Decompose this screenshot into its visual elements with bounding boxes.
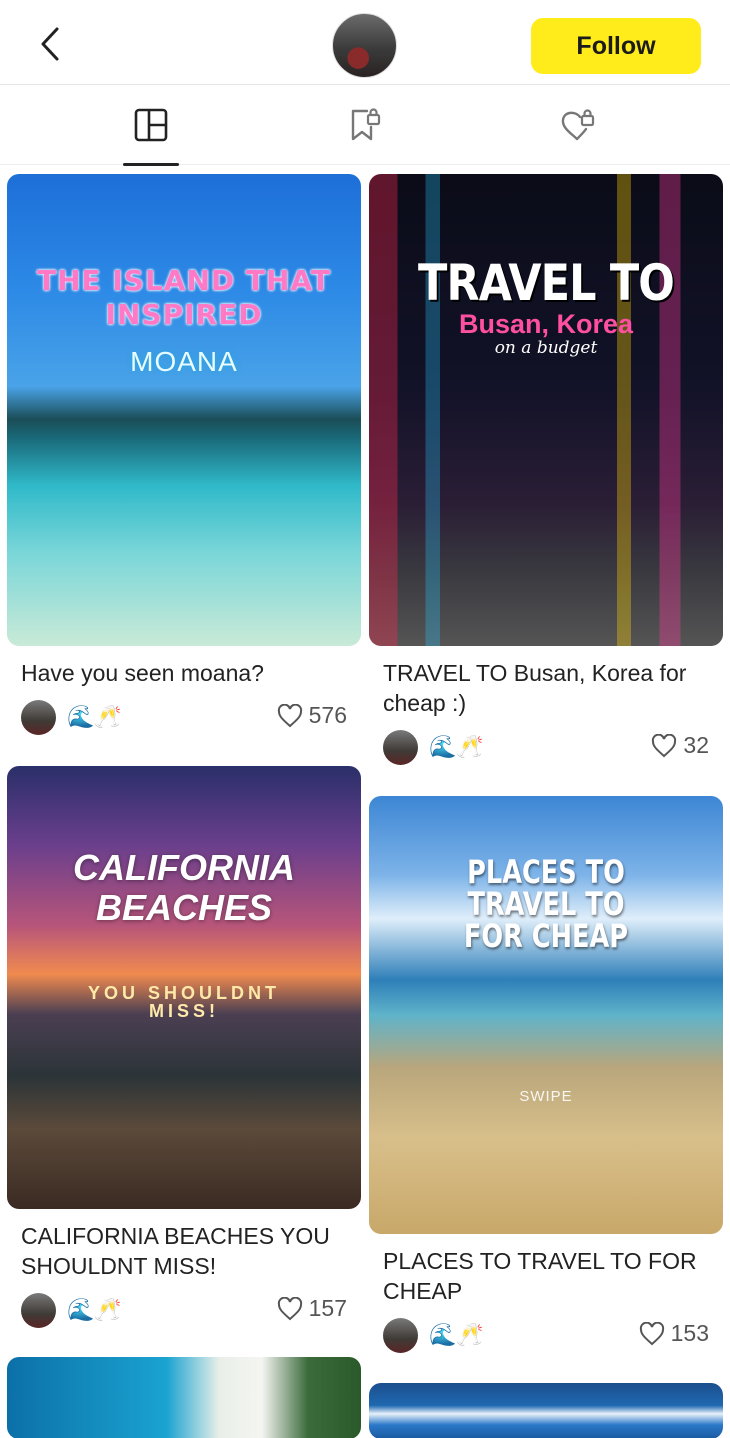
grid-layout-icon	[134, 108, 168, 142]
like-count: 153	[670, 1320, 709, 1346]
overlay-line: YOU SHOULDNT	[88, 983, 280, 1003]
post-title[interactable]: TRAVEL TO Busan, Korea for cheap :)	[369, 658, 723, 718]
overlay-text: on a budget	[494, 338, 598, 358]
post-card[interactable]: TRAVEL TO Busan, Korea on a budget TRAVE…	[369, 174, 723, 770]
overlay-line: FOR CHEAP	[463, 917, 629, 955]
post-image[interactable]	[7, 1357, 361, 1438]
overlay-text: YOU SHOULDNT MISS!	[7, 984, 361, 1020]
overlay-line: PLACES TO	[467, 853, 625, 891]
author-name[interactable]: 🌊🥂	[429, 1322, 484, 1348]
like-count: 157	[308, 1295, 347, 1321]
author-name[interactable]: 🌊🥂	[67, 1297, 122, 1323]
overlay-line: CALIFORNIA	[73, 847, 295, 888]
post-image[interactable]: TRAVEL TO Busan, Korea on a budget	[369, 174, 723, 646]
bookmark-lock-icon	[351, 108, 381, 141]
overlay-line: THE ISLAND THAT	[36, 264, 332, 297]
post-image[interactable]: THE ISLAND THAT INSPIRED MOANA	[7, 174, 361, 646]
post-meta: 🌊🥂 153	[369, 1310, 723, 1358]
post-meta: 🌊🥂 157	[7, 1285, 361, 1333]
overlay-text: PLACES TO TRAVEL TO FOR CHEAP	[404, 856, 687, 952]
post-card[interactable]	[7, 1357, 361, 1438]
post-card[interactable]: THE ISLAND THAT INSPIRED MOANA Have you …	[7, 174, 361, 740]
heart-outline-icon	[652, 733, 677, 757]
heart-outline-icon	[277, 703, 302, 727]
author-name[interactable]: 🌊🥂	[67, 704, 122, 730]
like-button[interactable]: 153	[639, 1320, 709, 1347]
post-meta: 🌊🥂 576	[7, 692, 361, 740]
overlay-line: BEACHES	[95, 887, 273, 928]
overlay-line: TRAVEL TO	[467, 885, 625, 923]
post-image[interactable]: PLACES TO TRAVEL TO FOR CHEAP SWIPE	[369, 796, 723, 1234]
heart-outline-icon	[277, 1296, 302, 1320]
post-image[interactable]: CALIFORNIA BEACHES YOU SHOULDNT MISS!	[7, 766, 361, 1209]
tab-liked[interactable]	[517, 85, 637, 165]
overlay-text: SWIPE	[519, 1088, 573, 1105]
post-title[interactable]: Have you seen moana?	[7, 658, 361, 688]
like-button[interactable]: 32	[651, 732, 709, 759]
post-meta: 🌊🥂 32	[369, 722, 723, 770]
overlay-line: MISS!	[148, 1001, 219, 1021]
post-title[interactable]: CALIFORNIA BEACHES YOU SHOULDNT MISS!	[7, 1221, 361, 1281]
post-card[interactable]	[369, 1383, 723, 1438]
author-avatar[interactable]	[21, 700, 56, 735]
author-name[interactable]: 🌊🥂	[429, 734, 484, 760]
like-count: 576	[308, 702, 347, 728]
post-image[interactable]	[369, 1383, 723, 1438]
overlay-text: Busan, Korea	[458, 309, 634, 339]
tab-notes[interactable]	[91, 85, 211, 166]
back-button[interactable]	[28, 22, 72, 66]
post-title[interactable]: PLACES TO TRAVEL TO FOR CHEAP	[369, 1246, 723, 1306]
follow-button[interactable]: Follow	[531, 18, 701, 74]
author-avatar[interactable]	[383, 730, 418, 765]
chevron-left-icon	[41, 27, 59, 61]
post-card[interactable]: PLACES TO TRAVEL TO FOR CHEAP SWIPE PLAC…	[369, 796, 723, 1358]
tab-saved[interactable]	[305, 85, 425, 165]
overlay-text: TRAVEL TO	[418, 254, 675, 312]
overlay-text: CALIFORNIA BEACHES	[7, 848, 361, 928]
like-count: 32	[683, 732, 709, 758]
post-card[interactable]: CALIFORNIA BEACHES YOU SHOULDNT MISS! CA…	[7, 766, 361, 1333]
profile-tabs	[0, 85, 730, 166]
overlay-text: THE ISLAND THAT INSPIRED	[7, 264, 361, 332]
like-button[interactable]: 576	[277, 702, 347, 729]
overlay-text: MOANA	[130, 346, 238, 377]
heart-outline-icon	[639, 1321, 664, 1345]
heart-lock-icon	[561, 109, 595, 141]
profile-avatar[interactable]	[332, 13, 397, 78]
author-avatar[interactable]	[21, 1293, 56, 1328]
like-button[interactable]: 157	[277, 1295, 347, 1322]
overlay-line: INSPIRED	[105, 298, 263, 331]
author-avatar[interactable]	[383, 1318, 418, 1353]
top-bar: Follow	[0, 0, 730, 85]
